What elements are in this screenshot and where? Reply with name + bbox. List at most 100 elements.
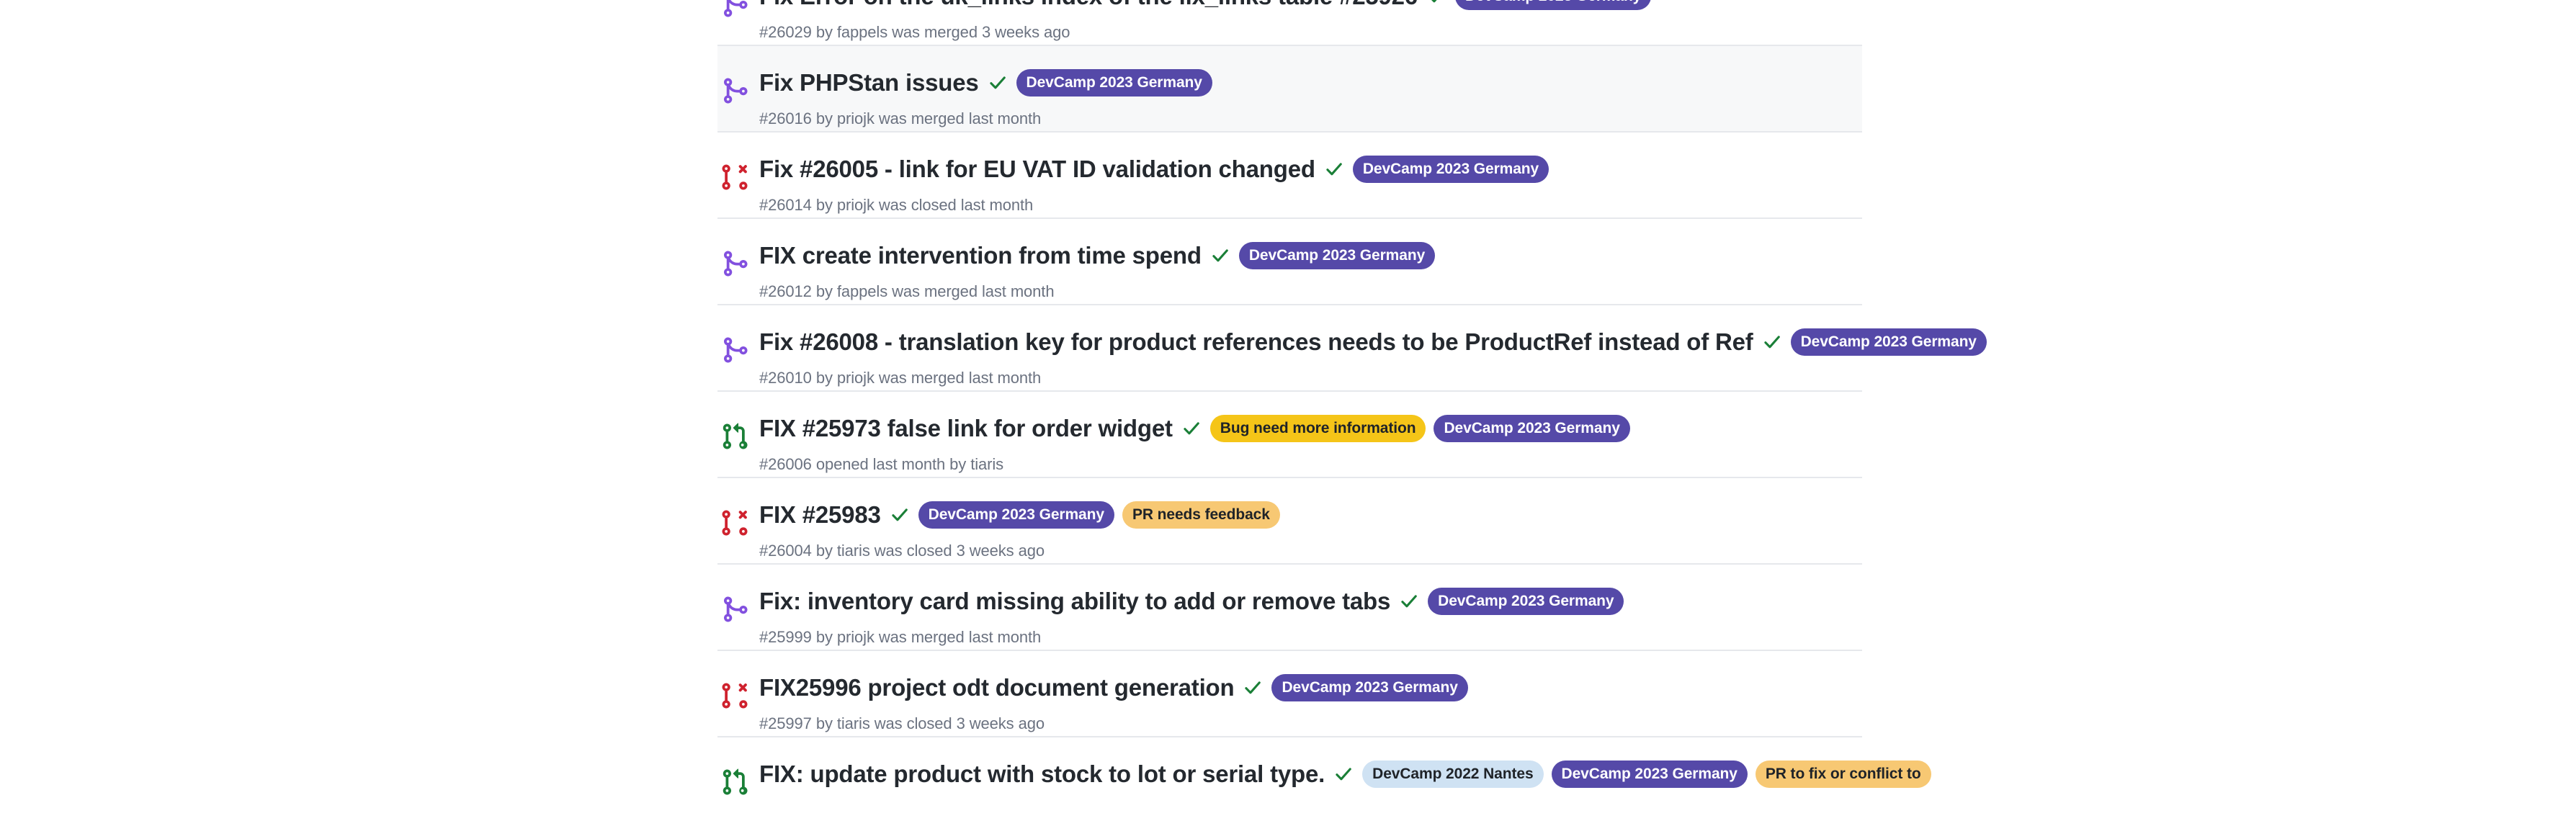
pull-request-meta: #26029 by fappels was merged 3 weeks ago — [759, 23, 1070, 41]
row-main: Fix: inventory card missing ability to a… — [717, 575, 1862, 647]
row-inner: Fix PHPStan issues DevCamp 2023 Germany #2… — [717, 56, 1862, 128]
row-inner: FIX create intervention from time spend D… — [717, 229, 1862, 301]
pull-request-title-link[interactable]: Fix #26008 - translation key for product… — [759, 328, 1753, 356]
row-main: Fix #26005 - link for EU VAT ID validati… — [717, 143, 1862, 215]
git-merge-icon — [720, 76, 749, 105]
pull-request-row[interactable]: FIX25996 project odt document generation… — [717, 651, 1862, 737]
pull-request-title-link[interactable]: FIX create intervention from time spend — [759, 242, 1202, 269]
pull-request-row[interactable]: FIX create intervention from time spend D… — [717, 219, 1862, 305]
check-icon — [1334, 765, 1353, 784]
results-clip: Fix Error on the uk_links index of the l… — [0, 0, 2576, 821]
git-pull-request-closed-icon — [720, 681, 749, 710]
title-line: Fix PHPStan issues DevCamp 2023 Germany — [759, 69, 1862, 97]
row-main: FIX create intervention from time spend D… — [717, 229, 1862, 301]
pull-request-list: Fix Error on the uk_links index of the l… — [717, 0, 1987, 821]
pull-request-meta: #26014 by priojk was closed last month — [759, 196, 1034, 214]
title-line: Fix #26008 - translation key for product… — [759, 328, 1987, 356]
git-merge-icon — [720, 0, 749, 19]
check-icon — [1325, 160, 1343, 179]
pull-request-meta: #26010 by priojk was merged last month — [759, 369, 1042, 387]
git-pull-request-closed-icon — [720, 163, 749, 192]
pull-request-meta: #25999 by priojk was merged last month — [759, 628, 1042, 646]
pull-request-meta: #26012 by fappels was merged last month — [759, 282, 1055, 300]
pull-request-row[interactable]: FIX #25983 DevCamp 2023 Germany PR needs f… — [717, 478, 1862, 565]
title-line: FIX create intervention from time spend D… — [759, 242, 1862, 269]
label-list: DevCamp 2023 Germany — [1454, 0, 1652, 10]
label-badge[interactable]: DevCamp 2023 Germany — [1271, 674, 1468, 701]
label-list: DevCamp 2023 Germany — [1271, 674, 1468, 701]
git-merge-icon — [720, 595, 749, 624]
title-line: Fix #26005 - link for EU VAT ID validati… — [759, 156, 1862, 183]
git-pull-request-open-icon — [720, 422, 749, 451]
pull-request-row[interactable]: Fix Error on the uk_links index of the l… — [717, 0, 1862, 46]
check-icon — [988, 73, 1007, 92]
label-badge[interactable]: DevCamp 2023 Germany — [1238, 242, 1436, 269]
pull-request-row[interactable]: Fix #26008 - translation key for product… — [717, 305, 1987, 392]
pull-request-meta: #26006 opened last month by tiaris — [759, 455, 1004, 473]
title-line: FIX25996 project odt document generation… — [759, 674, 1862, 701]
pull-request-title-link[interactable]: Fix #26005 - link for EU VAT ID validati… — [759, 156, 1315, 183]
row-inner: Fix Error on the uk_links index of the l… — [717, 0, 1862, 42]
pull-request-row[interactable]: Fix #26005 - link for EU VAT ID validati… — [717, 133, 1862, 219]
check-icon — [890, 506, 909, 524]
label-badge[interactable]: DevCamp 2023 Germany — [1016, 69, 1212, 97]
pull-request-title-link[interactable]: FIX: update product with stock to lot or… — [759, 761, 1325, 788]
row-main: Fix #26008 - translation key for product… — [717, 315, 1987, 387]
row-main: Fix PHPStan issues DevCamp 2023 Germany #2… — [717, 56, 1862, 128]
title-line: Fix: inventory card missing ability to a… — [759, 588, 1862, 615]
row-inner: Fix: inventory card missing ability to a… — [717, 575, 1862, 647]
pull-request-row[interactable]: FIX: update product with stock to lot or… — [717, 737, 1931, 821]
check-icon — [1243, 678, 1262, 697]
pull-request-title-link[interactable]: Fix Error on the uk_links index of the l… — [759, 0, 1418, 10]
label-list: DevCamp 2023 Germany — [1352, 156, 1549, 183]
pull-request-title-link[interactable]: FIX25996 project odt document generation — [759, 674, 1235, 701]
row-main: FIX: update product with stock to lot or… — [717, 748, 1931, 788]
label-badge[interactable]: DevCamp 2023 Germany — [1790, 328, 1987, 356]
row-main: FIX #25983 DevCamp 2023 Germany PR needs f… — [717, 488, 1862, 560]
pull-request-search-results: Fix Error on the uk_links index of the l… — [0, 0, 2576, 821]
row-inner: FIX25996 project odt document generation… — [717, 661, 1862, 733]
pull-request-meta: #26004 by tiaris was closed 3 weeks ago — [759, 542, 1045, 560]
label-badge[interactable]: DevCamp 2023 Germany — [1454, 0, 1652, 10]
pull-request-title-link[interactable]: Fix: inventory card missing ability to a… — [759, 588, 1390, 615]
label-badge[interactable]: DevCamp 2023 Germany — [1428, 588, 1624, 615]
pull-request-row[interactable]: Fix: inventory card missing ability to a… — [717, 565, 1862, 651]
pull-request-title-link[interactable]: FIX #25983 — [759, 501, 881, 529]
pull-request-meta: #25997 by tiaris was closed 3 weeks ago — [759, 714, 1045, 732]
label-badge[interactable]: PR to fix or conflict to — [1755, 761, 1931, 788]
check-icon — [1763, 333, 1781, 351]
label-badge[interactable]: DevCamp 2023 Germany — [1434, 415, 1630, 442]
check-icon — [1211, 246, 1230, 265]
check-icon — [1427, 0, 1446, 6]
row-inner: Fix #26008 - translation key for product… — [717, 315, 1987, 387]
label-badge[interactable]: Bug need more information — [1209, 415, 1426, 442]
row-main: FIX25996 project odt document generation… — [717, 661, 1862, 733]
pull-request-row[interactable]: FIX #25973 false link for order widget Bu… — [717, 392, 1862, 478]
title-line: FIX: update product with stock to lot or… — [759, 761, 1931, 788]
git-merge-icon — [720, 249, 749, 278]
label-badge[interactable]: DevCamp 2023 Germany — [1352, 156, 1549, 183]
pull-request-row[interactable]: Fix PHPStan issues DevCamp 2023 Germany #2… — [717, 46, 1862, 133]
label-list: DevCamp 2023 Germany — [1238, 242, 1436, 269]
label-badge[interactable]: DevCamp 2022 Nantes — [1362, 761, 1544, 788]
pull-request-title-link[interactable]: FIX #25973 false link for order widget — [759, 415, 1173, 442]
check-icon — [1400, 592, 1418, 611]
label-badge[interactable]: PR needs feedback — [1122, 501, 1280, 529]
label-list: DevCamp 2023 Germany PR needs feedback — [918, 501, 1280, 529]
label-badge[interactable]: DevCamp 2023 Germany — [918, 501, 1114, 529]
row-inner: Fix #26005 - link for EU VAT ID validati… — [717, 143, 1862, 215]
label-badge[interactable]: DevCamp 2023 Germany — [1551, 761, 1748, 788]
check-icon — [1182, 419, 1201, 438]
label-list: Bug need more information DevCamp 2023 Ge… — [1209, 415, 1630, 442]
label-list: DevCamp 2022 Nantes DevCamp 2023 Germany P… — [1362, 761, 1931, 788]
title-line: FIX #25983 DevCamp 2023 Germany PR needs f… — [759, 501, 1862, 529]
title-line: Fix Error on the uk_links index of the l… — [759, 0, 1862, 10]
git-pull-request-closed-icon — [720, 508, 749, 537]
git-pull-request-open-icon — [720, 768, 749, 797]
pull-request-title-link[interactable]: Fix PHPStan issues — [759, 69, 979, 97]
git-merge-icon — [720, 336, 749, 364]
row-inner: FIX #25973 false link for order widget Bu… — [717, 402, 1862, 474]
label-list: DevCamp 2023 Germany — [1428, 588, 1624, 615]
row-main: FIX #25973 false link for order widget Bu… — [717, 402, 1862, 474]
row-main: Fix Error on the uk_links index of the l… — [717, 0, 1862, 42]
